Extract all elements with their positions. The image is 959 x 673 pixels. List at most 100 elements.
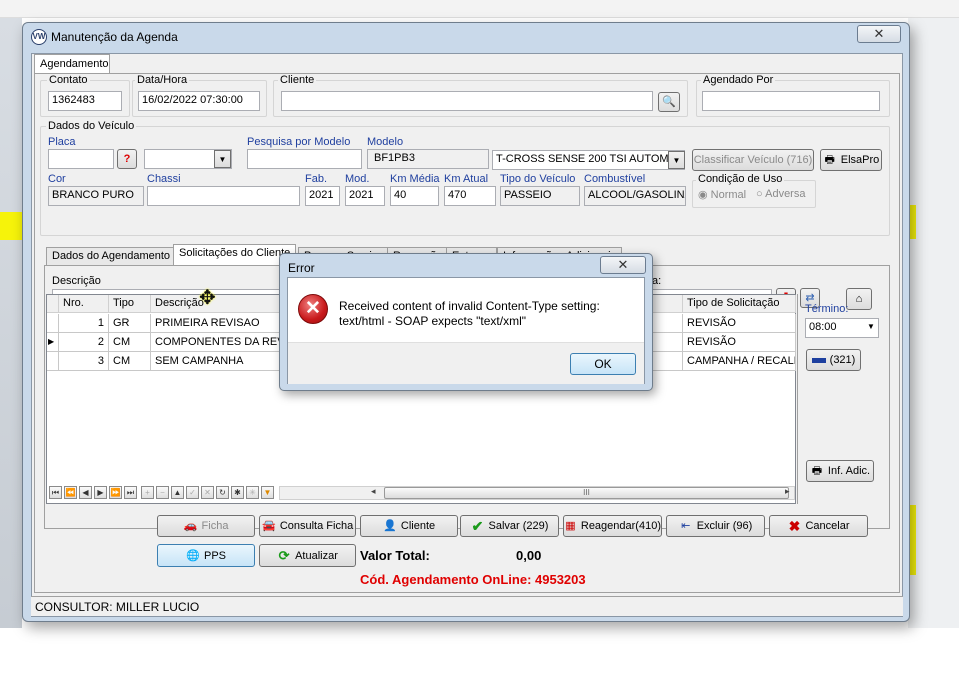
radio-adversa[interactable]: ○ Adversa (756, 188, 805, 200)
last-record-icon[interactable]: ⏭ (124, 486, 137, 499)
car-icon: 🚘 (261, 520, 276, 532)
dialog-title: Error (288, 261, 315, 275)
tipo-veiculo-label: Tipo do Veículo (500, 173, 576, 185)
background-window-strip (0, 0, 959, 18)
modelo-combo-dropdown[interactable]: ▼ (668, 151, 685, 169)
modelo-desc-combo[interactable]: T-CROSS SENSE 200 TSI AUTOMAT (492, 150, 685, 170)
vw-logo-icon: VW (31, 29, 47, 45)
table-cell[interactable]: GR (109, 314, 151, 333)
first-record-icon[interactable]: ⏮ (49, 486, 62, 499)
mod-label: Mod. (345, 173, 370, 185)
tab-dados-agendamento[interactable]: Dados do Agendamento (46, 247, 177, 265)
chevron-down-icon: ▼ (672, 155, 681, 165)
reagendar-button[interactable]: ▦ Reagendar(410) (563, 515, 662, 537)
valor-total-label: Valor Total: (360, 548, 430, 563)
agendado-label: Agendado Por (701, 74, 776, 86)
checkmark-icon: ✔ (471, 518, 484, 534)
table-cell[interactable]: 2 (59, 333, 109, 352)
pps-button[interactable]: 🌐 PPS (157, 544, 255, 567)
elsapro-button[interactable]: 🖶 ElsaPro (820, 149, 882, 171)
radio-normal-label: Normal (710, 189, 747, 201)
table-cell[interactable]: 1 (59, 314, 109, 333)
km-atual-field[interactable]: 470 (444, 186, 496, 206)
dialog-close-button[interactable]: ✕ (600, 256, 646, 274)
table-cell[interactable]: 3 (59, 352, 109, 371)
table-cell[interactable]: REVISÃO (683, 314, 796, 333)
cancelar-button[interactable]: ✖ Cancelar (769, 515, 868, 537)
table-cell[interactable]: REVISÃO (683, 333, 796, 352)
fab-label: Fab. (305, 173, 328, 185)
tab-agendamento[interactable]: Agendamento (34, 54, 110, 74)
error-icon: ✕ (298, 294, 328, 324)
pesquisa-field[interactable] (247, 149, 362, 169)
datahora-field[interactable]: 16/02/2022 07:30:00 (138, 91, 260, 111)
grid-header-nro[interactable]: Nro. (59, 295, 109, 313)
goto-bookmark-icon[interactable]: ✳ (246, 486, 259, 499)
classificar-veiculo-button[interactable]: Classificar Veículo (716) (692, 149, 814, 171)
elsapro-label: ElsaPro (840, 154, 880, 166)
descricao-label: Descrição (52, 275, 101, 287)
km-atual-label: Km Atual (444, 173, 489, 185)
minus-bar-icon (811, 357, 826, 363)
edit-icon[interactable]: ▲ (171, 486, 184, 499)
radio-selected-icon: ◉ (698, 189, 708, 201)
cliente-button[interactable]: 👤 Cliente (360, 515, 458, 537)
scroll-left-icon[interactable]: ◂ (371, 486, 376, 497)
scroll-right-icon[interactable]: ▸ (785, 486, 790, 497)
chassi-field[interactable] (147, 186, 300, 206)
atualizar-label: Atualizar (295, 549, 338, 562)
mod-field[interactable]: 2021 (345, 186, 385, 206)
datahora-label: Data/Hora (135, 74, 190, 86)
tab-solicitacoes-cliente[interactable]: Solicitações do Cliente (173, 244, 297, 266)
radio-normal[interactable]: ◉ Normal (698, 188, 746, 201)
next-record-icon[interactable]: ▶ (94, 486, 107, 499)
ficha-label: Ficha (201, 520, 229, 532)
insert-icon[interactable]: + (141, 486, 154, 499)
salvar-button[interactable]: ✔ Salvar (229) (460, 515, 559, 537)
placa-field[interactable] (48, 149, 114, 169)
minus-321-button[interactable]: (321) (806, 349, 861, 371)
table-cell[interactable]: CM (109, 333, 151, 352)
placa-combo-dropdown[interactable]: ▼ (214, 150, 231, 168)
error-dialog: Error ✕ ✕ Received content of invalid Co… (279, 253, 653, 391)
cod-online-label: Cód. Agendamento OnLine: 4953203 (360, 572, 586, 587)
filter-icon[interactable]: ▼ (261, 486, 274, 499)
radio-adversa-label: Adversa (765, 188, 806, 200)
cliente-search-button[interactable]: 🔍 (658, 92, 680, 112)
agendado-field[interactable] (702, 91, 880, 111)
cliente-field[interactable] (281, 91, 653, 111)
placa-help-button[interactable]: ? (117, 149, 137, 169)
grid-header-tipo-solicitacao[interactable]: Tipo de Solicitação (683, 295, 796, 313)
ok-button[interactable]: OK (570, 353, 636, 375)
ficha-button[interactable]: 🚗 Ficha (157, 515, 255, 537)
contato-label: Contato (47, 74, 90, 86)
fab-field[interactable]: 2021 (305, 186, 340, 206)
grid-header-tipo[interactable]: Tipo (109, 295, 151, 313)
close-button[interactable]: ✕ (857, 25, 901, 43)
error-message-line1: Received content of invalid Content-Type… (339, 299, 600, 313)
post-icon[interactable]: ✓ (186, 486, 199, 499)
cancel-icon[interactable]: ✕ (201, 486, 214, 499)
contato-field[interactable]: 1362483 (48, 91, 122, 111)
inf-adic-button[interactable]: 🖶 Inf. Adic. (806, 460, 874, 482)
delete-icon[interactable]: − (156, 486, 169, 499)
refresh-icon[interactable]: ↻ (216, 486, 229, 499)
scroll-thumb[interactable]: III (384, 487, 789, 499)
atualizar-button[interactable]: ⟳ Atualizar (259, 544, 356, 567)
table-cell[interactable]: CAMPANHA / RECALL (683, 352, 796, 371)
grid-header-indicator (47, 295, 59, 313)
excluir-button[interactable]: ⇤ Excluir (96) (666, 515, 765, 537)
km-media-field[interactable]: 40 (390, 186, 439, 206)
modelo-field: BF1PB3 (367, 149, 489, 169)
next-page-icon[interactable]: ⏩ (109, 486, 122, 499)
prior-record-icon[interactable]: ◀ (79, 486, 92, 499)
table-cell[interactable]: CM (109, 352, 151, 371)
bookmark-icon[interactable]: ✱ (231, 486, 244, 499)
partial-label: a: (652, 275, 662, 287)
modelo-label: Modelo (367, 136, 404, 148)
prior-page-icon[interactable]: ⏪ (64, 486, 77, 499)
condicao-label: Condição de Uso (696, 173, 785, 185)
chevron-down-icon[interactable]: ▼ (867, 322, 875, 331)
consulta-ficha-button[interactable]: 🚘 Consulta Ficha (259, 515, 356, 537)
open-button[interactable]: ⌂ (846, 288, 872, 310)
